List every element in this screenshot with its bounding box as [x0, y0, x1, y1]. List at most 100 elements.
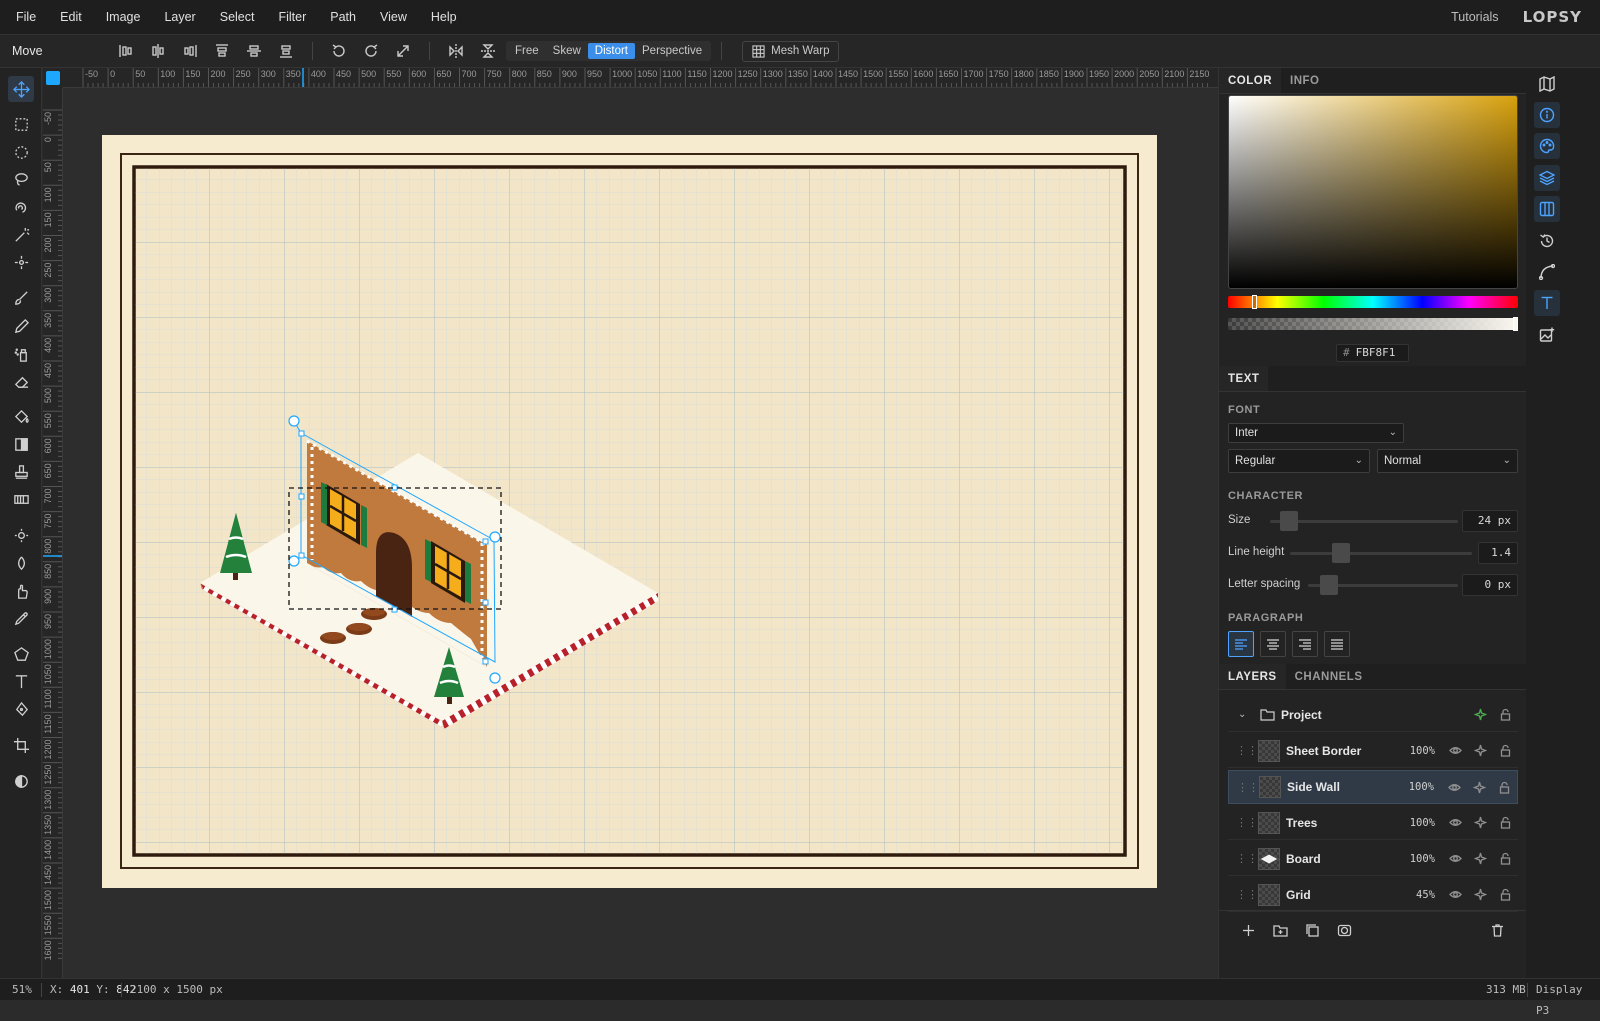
- blur-tool-icon[interactable]: [8, 550, 34, 576]
- align-top-icon[interactable]: [209, 38, 235, 64]
- mode-skew-button[interactable]: Skew: [546, 43, 588, 59]
- size-slider-knob[interactable]: [1280, 511, 1298, 531]
- color-profile[interactable]: Display P3: [1536, 979, 1600, 1017]
- zoom-level[interactable]: 51%: [12, 979, 32, 1001]
- effects-icon[interactable]: [1472, 814, 1490, 832]
- layer-row[interactable]: ⋮⋮ Sheet Border 100%: [1228, 734, 1518, 768]
- path-curve-icon[interactable]: [1534, 259, 1560, 285]
- layer-opacity[interactable]: 100%: [1405, 745, 1435, 757]
- mode-free-button[interactable]: Free: [508, 43, 546, 59]
- eye-icon[interactable]: [1447, 742, 1465, 760]
- chevron-down-icon[interactable]: ⌄: [1238, 709, 1258, 720]
- ruler-corner[interactable]: [43, 68, 63, 88]
- pen-tool-icon[interactable]: [8, 696, 34, 722]
- polygon-tool-icon[interactable]: [8, 641, 34, 667]
- align-left-icon[interactable]: [113, 38, 139, 64]
- menu-image[interactable]: Image: [94, 0, 153, 35]
- menu-select[interactable]: Select: [208, 0, 267, 35]
- ruler-origin-square[interactable]: [46, 71, 60, 85]
- layer-opacity[interactable]: 45%: [1405, 889, 1435, 901]
- eye-icon[interactable]: [1447, 886, 1465, 904]
- font-style-select[interactable]: Normal ⌄: [1377, 449, 1518, 473]
- contrast-icon[interactable]: [8, 768, 34, 794]
- layers-icon[interactable]: [1534, 165, 1560, 191]
- brush-tool-icon[interactable]: [8, 285, 34, 311]
- rotate-left-icon[interactable]: [326, 38, 352, 64]
- letter-spacing-slider-knob[interactable]: [1320, 575, 1338, 595]
- lock-icon[interactable]: [1497, 742, 1515, 760]
- lock-icon[interactable]: [1497, 814, 1515, 832]
- tab-layers[interactable]: LAYERS: [1219, 664, 1286, 689]
- spray-tool-icon[interactable]: [8, 341, 34, 367]
- paint-bucket-tool-icon[interactable]: [8, 404, 34, 430]
- effects-icon[interactable]: [1472, 742, 1490, 760]
- pattern-tool-icon[interactable]: [8, 486, 34, 512]
- menu-path[interactable]: Path: [318, 0, 368, 35]
- effects-icon[interactable]: [1472, 706, 1490, 724]
- align-center-h-icon[interactable]: [145, 38, 171, 64]
- text-panel-icon[interactable]: [1534, 290, 1560, 316]
- line-height-slider-knob[interactable]: [1332, 543, 1350, 563]
- drag-handle-icon[interactable]: ⋮⋮: [1236, 744, 1258, 757]
- magic-wand-tool-icon[interactable]: [8, 222, 34, 248]
- tab-info[interactable]: INFO: [1281, 68, 1328, 93]
- layer-row[interactable]: ⋮⋮ Side Wall 100%: [1228, 770, 1518, 804]
- align-text-justify-icon[interactable]: [1324, 631, 1350, 657]
- tutorials-link[interactable]: Tutorials: [1451, 10, 1498, 24]
- flip-vertical-icon[interactable]: [475, 38, 501, 64]
- mode-distort-button[interactable]: Distort: [587, 43, 636, 59]
- align-text-center-icon[interactable]: [1260, 631, 1286, 657]
- menu-help[interactable]: Help: [419, 0, 469, 35]
- lock-icon[interactable]: [1497, 706, 1515, 724]
- align-bottom-icon[interactable]: [273, 38, 299, 64]
- line-height-slider-track[interactable]: [1290, 552, 1472, 555]
- magnetic-lasso-tool-icon[interactable]: [8, 194, 34, 220]
- menu-filter[interactable]: Filter: [266, 0, 318, 35]
- history-icon[interactable]: [1534, 228, 1560, 254]
- crop-tool-icon[interactable]: [8, 732, 34, 758]
- gradient-tool-icon[interactable]: [8, 431, 34, 457]
- artboard[interactable]: [102, 135, 1157, 888]
- columns-icon[interactable]: [1534, 196, 1560, 222]
- hex-input[interactable]: # FBF8F1: [1336, 344, 1409, 362]
- font-family-select[interactable]: Inter ⌄: [1228, 423, 1404, 443]
- size-input[interactable]: 24 px: [1462, 510, 1518, 532]
- layer-row[interactable]: ⋮⋮ Board 100%: [1228, 842, 1518, 876]
- hue-handle[interactable]: [1252, 295, 1257, 309]
- ellipse-select-tool-icon[interactable]: [8, 139, 34, 165]
- hue-slider[interactable]: [1228, 296, 1518, 308]
- palette-icon[interactable]: [1534, 133, 1560, 159]
- align-middle-v-icon[interactable]: [241, 38, 267, 64]
- lasso-tool-icon[interactable]: [8, 166, 34, 192]
- drag-handle-icon[interactable]: ⋮⋮: [1236, 852, 1258, 865]
- quick-select-tool-icon[interactable]: [8, 249, 34, 275]
- alpha-slider[interactable]: [1228, 318, 1518, 330]
- menu-edit[interactable]: Edit: [48, 0, 94, 35]
- mask-icon[interactable]: [1334, 920, 1354, 940]
- eraser-tool-icon[interactable]: [8, 368, 34, 394]
- layer-opacity[interactable]: 100%: [1405, 817, 1435, 829]
- eye-icon[interactable]: [1447, 814, 1465, 832]
- tab-text[interactable]: TEXT: [1219, 366, 1269, 391]
- smudge-tool-icon[interactable]: [8, 578, 34, 604]
- add-image-icon[interactable]: [1534, 322, 1560, 348]
- menu-file[interactable]: File: [0, 0, 48, 35]
- mode-perspective-button[interactable]: Perspective: [635, 43, 709, 59]
- new-group-icon[interactable]: [1270, 920, 1290, 940]
- delete-layer-icon[interactable]: [1487, 920, 1507, 940]
- rect-select-tool-icon[interactable]: [8, 111, 34, 137]
- lock-icon[interactable]: [1497, 850, 1515, 868]
- font-weight-select[interactable]: Regular ⌄: [1228, 449, 1370, 473]
- add-layer-icon[interactable]: [1238, 920, 1258, 940]
- effects-icon[interactable]: [1471, 778, 1489, 796]
- layer-opacity[interactable]: 100%: [1404, 781, 1434, 793]
- pencil-tool-icon[interactable]: [8, 313, 34, 339]
- canvas-viewport[interactable]: [63, 88, 1218, 978]
- letter-spacing-input[interactable]: 0 px: [1462, 574, 1518, 596]
- eyedropper-tool-icon[interactable]: [8, 605, 34, 631]
- scale-icon[interactable]: [390, 38, 416, 64]
- duplicate-layer-icon[interactable]: [1302, 920, 1322, 940]
- map-icon[interactable]: [1534, 71, 1560, 97]
- color-field[interactable]: [1228, 95, 1518, 289]
- align-text-left-icon[interactable]: [1228, 631, 1254, 657]
